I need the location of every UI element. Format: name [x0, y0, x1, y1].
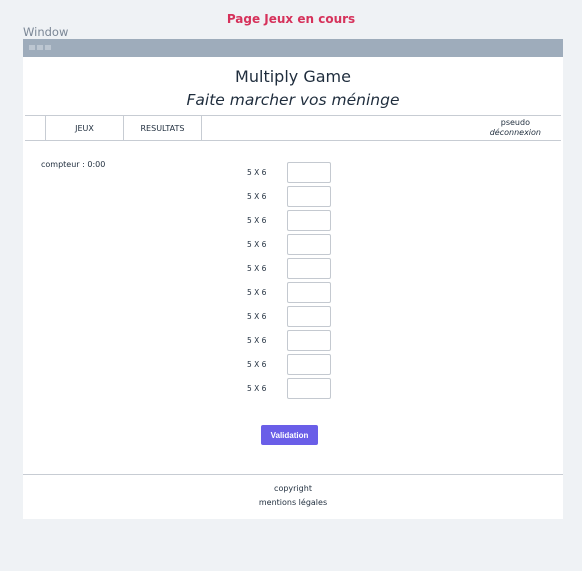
nav-item-resultats[interactable]: RESULTATS — [123, 116, 201, 140]
answer-input[interactable] — [287, 162, 331, 183]
question-row: 5 X 6 — [23, 354, 563, 376]
answer-input[interactable] — [287, 330, 331, 351]
question-label: 5 X 6 — [247, 360, 267, 369]
question-label: 5 X 6 — [247, 240, 267, 249]
app-title: Multiply Game — [235, 67, 351, 86]
question-row: 5 X 6 — [23, 186, 563, 208]
footer-legal-link[interactable]: mentions légales — [23, 498, 563, 507]
nav-divider — [201, 116, 202, 140]
validate-button[interactable]: Validation — [261, 425, 318, 445]
question-row: 5 X 6 — [23, 330, 563, 352]
window-controls — [29, 45, 51, 50]
answer-input[interactable] — [287, 282, 331, 303]
user-menu: pseudo déconnexion — [490, 118, 541, 138]
answer-input[interactable] — [287, 258, 331, 279]
app-subtitle: Faite marcher vos méninge — [186, 91, 400, 109]
question-row: 5 X 6 — [23, 282, 563, 304]
answer-input[interactable] — [287, 234, 331, 255]
question-label: 5 X 6 — [247, 336, 267, 345]
answer-input[interactable] — [287, 210, 331, 231]
question-row: 5 X 6 — [23, 306, 563, 328]
question-label: 5 X 6 — [247, 216, 267, 225]
question-label: 5 X 6 — [247, 312, 267, 321]
answer-input[interactable] — [287, 186, 331, 207]
question-row: 5 X 6 — [23, 234, 563, 256]
question-row: 5 X 6 — [23, 258, 563, 280]
question-label: 5 X 6 — [247, 288, 267, 297]
question-label: 5 X 6 — [247, 192, 267, 201]
answer-input[interactable] — [287, 378, 331, 399]
question-label: 5 X 6 — [247, 264, 267, 273]
window-label: Window — [23, 25, 69, 39]
page-title: Page Jeux en cours — [226, 12, 356, 26]
app-window: Multiply Game Faite marcher vos méninge … — [23, 39, 563, 519]
nav-item-jeux[interactable]: JEUX — [45, 116, 123, 140]
footer: copyright mentions légales — [23, 474, 563, 519]
logout-link[interactable]: déconnexion — [490, 128, 541, 138]
question-label: 5 X 6 — [247, 384, 267, 393]
question-row: 5 X 6 — [23, 162, 563, 184]
user-pseudo[interactable]: pseudo — [490, 118, 541, 128]
window-dot-icon[interactable] — [45, 45, 51, 50]
window-titlebar[interactable] — [23, 39, 563, 57]
answer-input[interactable] — [287, 354, 331, 375]
nav-bar: JEUX RESULTATS pseudo déconnexion — [25, 115, 561, 141]
window-dot-icon[interactable] — [29, 45, 35, 50]
answer-input[interactable] — [287, 306, 331, 327]
question-row: 5 X 6 — [23, 378, 563, 400]
question-row: 5 X 6 — [23, 210, 563, 232]
footer-copyright: copyright — [274, 484, 312, 493]
question-label: 5 X 6 — [247, 168, 267, 177]
window-dot-icon[interactable] — [37, 45, 43, 50]
